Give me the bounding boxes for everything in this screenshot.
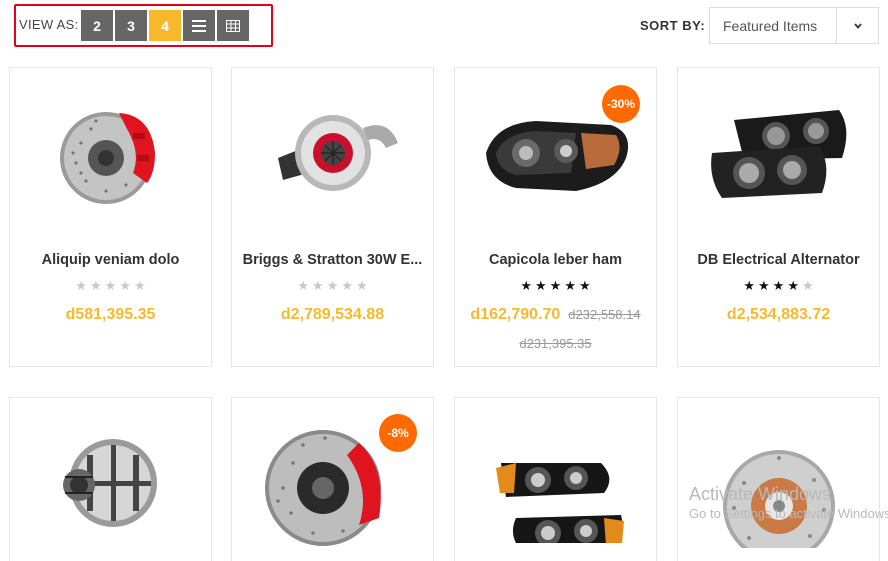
alternator-icon: [62, 439, 157, 527]
star-icon: ★: [578, 278, 591, 293]
product-card[interactable]: Briggs & Stratton 30W E... ★ ★ ★ ★ ★ d2,789,…: [231, 67, 434, 367]
star-icon: ★: [119, 278, 131, 293]
rating-stars: ★ ★ ★ ★ ★: [678, 279, 879, 292]
view-table-button[interactable]: [217, 10, 249, 41]
product-card[interactable]: DB Electrical Alternator ★ ★ ★ ★ ★ d2,534,88…: [677, 67, 880, 367]
star-icon: ★: [133, 278, 146, 293]
product-image[interactable]: [10, 68, 211, 238]
view-as-label: VIEW AS:: [19, 17, 79, 32]
headlight-pair-icon: [710, 110, 846, 198]
product-card[interactable]: [9, 397, 212, 561]
star-icon: ★: [312, 278, 324, 293]
view-list-button[interactable]: [183, 10, 215, 41]
sort-select[interactable]: Featured Items: [709, 7, 879, 44]
product-price: d581,395.35: [65, 306, 156, 323]
product-title[interactable]: Aliquip veniam dolo: [14, 252, 207, 268]
product-old-price: d232,558.14: [568, 307, 641, 322]
star-icon: ★: [326, 278, 339, 293]
product-title[interactable]: Capicola leber ham: [459, 252, 652, 268]
product-card[interactable]: [454, 397, 657, 561]
product-image[interactable]: [455, 398, 656, 561]
turbocharger-icon: [277, 115, 398, 191]
rating-stars: ★ ★ ★ ★ ★: [455, 279, 656, 292]
view-2-columns-button[interactable]: 2: [81, 10, 113, 41]
discount-badge: -8%: [379, 414, 417, 452]
star-icon: ★: [520, 278, 533, 293]
star-icon: ★: [341, 278, 353, 293]
product-image[interactable]: [678, 398, 879, 561]
star-icon: ★: [535, 278, 547, 293]
star-icon: ★: [297, 278, 310, 293]
rotor-disc-icon: [722, 450, 835, 548]
view-4-columns-button[interactable]: 4: [149, 10, 181, 41]
product-price: d2,534,883.72: [726, 306, 831, 323]
star-icon: ★: [743, 278, 756, 293]
discount-badge: -30%: [602, 85, 640, 123]
star-icon: ★: [90, 278, 102, 293]
star-icon: ★: [801, 278, 814, 293]
star-icon: ★: [549, 278, 562, 293]
rating-stars: ★ ★ ★ ★ ★: [10, 279, 211, 292]
star-icon: ★: [104, 278, 117, 293]
brake-caliper-icon: [59, 112, 155, 204]
view-3-columns-button[interactable]: 3: [115, 10, 147, 41]
list-icon: [192, 19, 206, 32]
product-price: d162,790.70: [470, 306, 561, 323]
product-compare-price: d231,395.35: [519, 336, 592, 351]
product-card[interactable]: Aliquip veniam dolo ★ ★ ★ ★ ★ d581,395.35: [9, 67, 212, 367]
product-image[interactable]: [10, 398, 211, 561]
view-as-control: VIEW AS: 2 3 4: [14, 4, 273, 47]
sort-caret-button[interactable]: [836, 8, 878, 43]
product-price: d2,789,534.88: [280, 306, 385, 323]
sort-selected-value: Featured Items: [723, 18, 818, 34]
product-card[interactable]: [677, 397, 880, 561]
product-image[interactable]: [678, 68, 879, 238]
star-icon: ★: [75, 278, 88, 293]
product-card[interactable]: -30% Capicola leber ham ★ ★ ★ ★ ★ d162,790.7…: [454, 67, 657, 367]
star-icon: ★: [772, 278, 785, 293]
rating-stars: ★ ★ ★ ★ ★: [232, 279, 433, 292]
table-icon: [226, 19, 240, 32]
sort-by-label: SORT BY:: [640, 18, 706, 33]
product-image[interactable]: [232, 68, 433, 238]
product-title[interactable]: Briggs & Stratton 30W E...: [236, 252, 429, 268]
star-icon: ★: [355, 278, 368, 293]
product-card[interactable]: -8%: [231, 397, 434, 561]
star-icon: ★: [564, 278, 576, 293]
star-icon: ★: [758, 278, 770, 293]
headlight-set-icon: [495, 463, 624, 543]
toolbar: VIEW AS: 2 3 4 SORT BY: Featured Items: [0, 0, 888, 50]
star-icon: ★: [787, 278, 799, 293]
chevron-down-icon: [853, 22, 862, 29]
product-title[interactable]: DB Electrical Alternator: [682, 252, 875, 268]
